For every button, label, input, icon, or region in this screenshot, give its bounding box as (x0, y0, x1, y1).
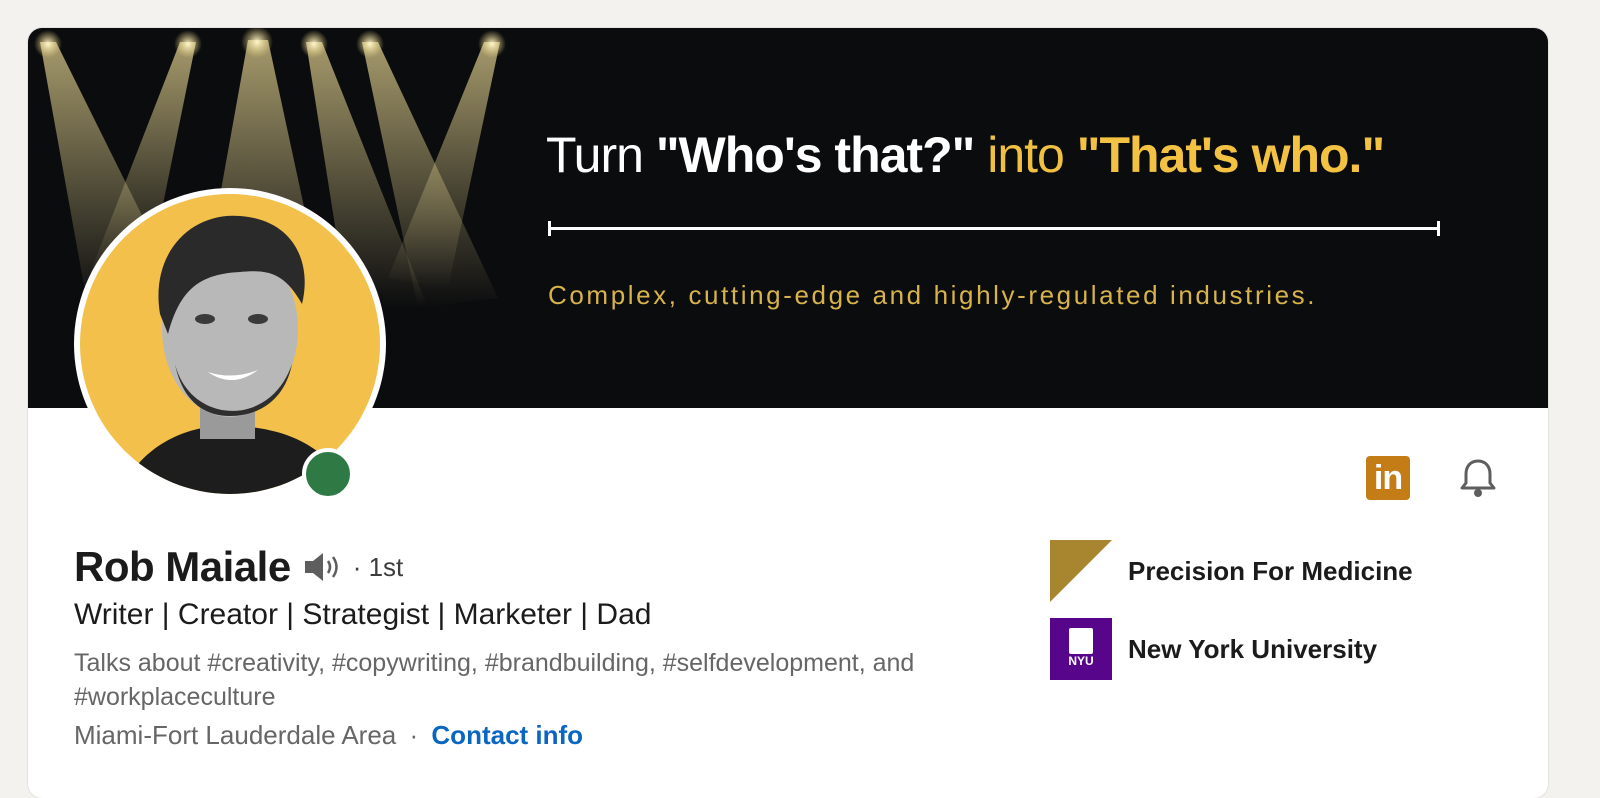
location-row: Miami-Fort Lauderdale Area · Contact inf… (74, 720, 583, 751)
precision-logo (1050, 540, 1112, 602)
nyu-logo: NYU (1050, 618, 1112, 680)
org-name: Precision For Medicine (1128, 555, 1413, 586)
online-status-indicator (302, 448, 354, 500)
banner-divider (548, 221, 1440, 236)
banner-headline-into: into (974, 127, 1077, 183)
banner-headline-whos-that: "Who's that?" (655, 127, 975, 183)
profile-talks-about: Talks about #creativity, #copywriting, #… (74, 649, 915, 711)
nyu-logo-text: NYU (1068, 654, 1094, 668)
org-new-york-university[interactable]: NYU New York University (1050, 618, 1377, 680)
location-separator: · (409, 720, 419, 750)
profile-card: Turn "Who's that?" into "That's who." Co… (28, 28, 1548, 798)
bell-icon-glyph (1460, 459, 1496, 497)
banner-headline-turn: Turn (546, 127, 656, 183)
contact-info-link[interactable]: Contact info (431, 720, 583, 750)
nyu-torch-icon (1069, 628, 1093, 654)
banner-headline: Turn "Who's that?" into "That's who." (546, 126, 1385, 184)
org-precision-for-medicine[interactable]: Precision For Medicine (1050, 540, 1413, 602)
bell-icon[interactable] (1452, 452, 1504, 504)
linkedin-icon-text: in (1373, 458, 1403, 497)
profile-location: Miami-Fort Lauderdale Area (74, 720, 397, 750)
banner-headline-thats-who: "That's who." (1076, 127, 1385, 183)
banner-tagline: Complex, cutting-edge and highly-regulat… (548, 280, 1318, 310)
linkedin-icon[interactable]: in (1366, 456, 1410, 500)
profile-name: Rob Maiale (74, 543, 291, 590)
profile-name-row: Rob Maiale · 1st (74, 543, 403, 591)
name-pronunciation-speaker-icon[interactable] (303, 551, 343, 583)
connection-degree: · 1st (352, 551, 404, 582)
profile-headline: Writer | Creator | Strategist | Marketer… (74, 598, 652, 631)
org-name: New York University (1128, 633, 1378, 664)
